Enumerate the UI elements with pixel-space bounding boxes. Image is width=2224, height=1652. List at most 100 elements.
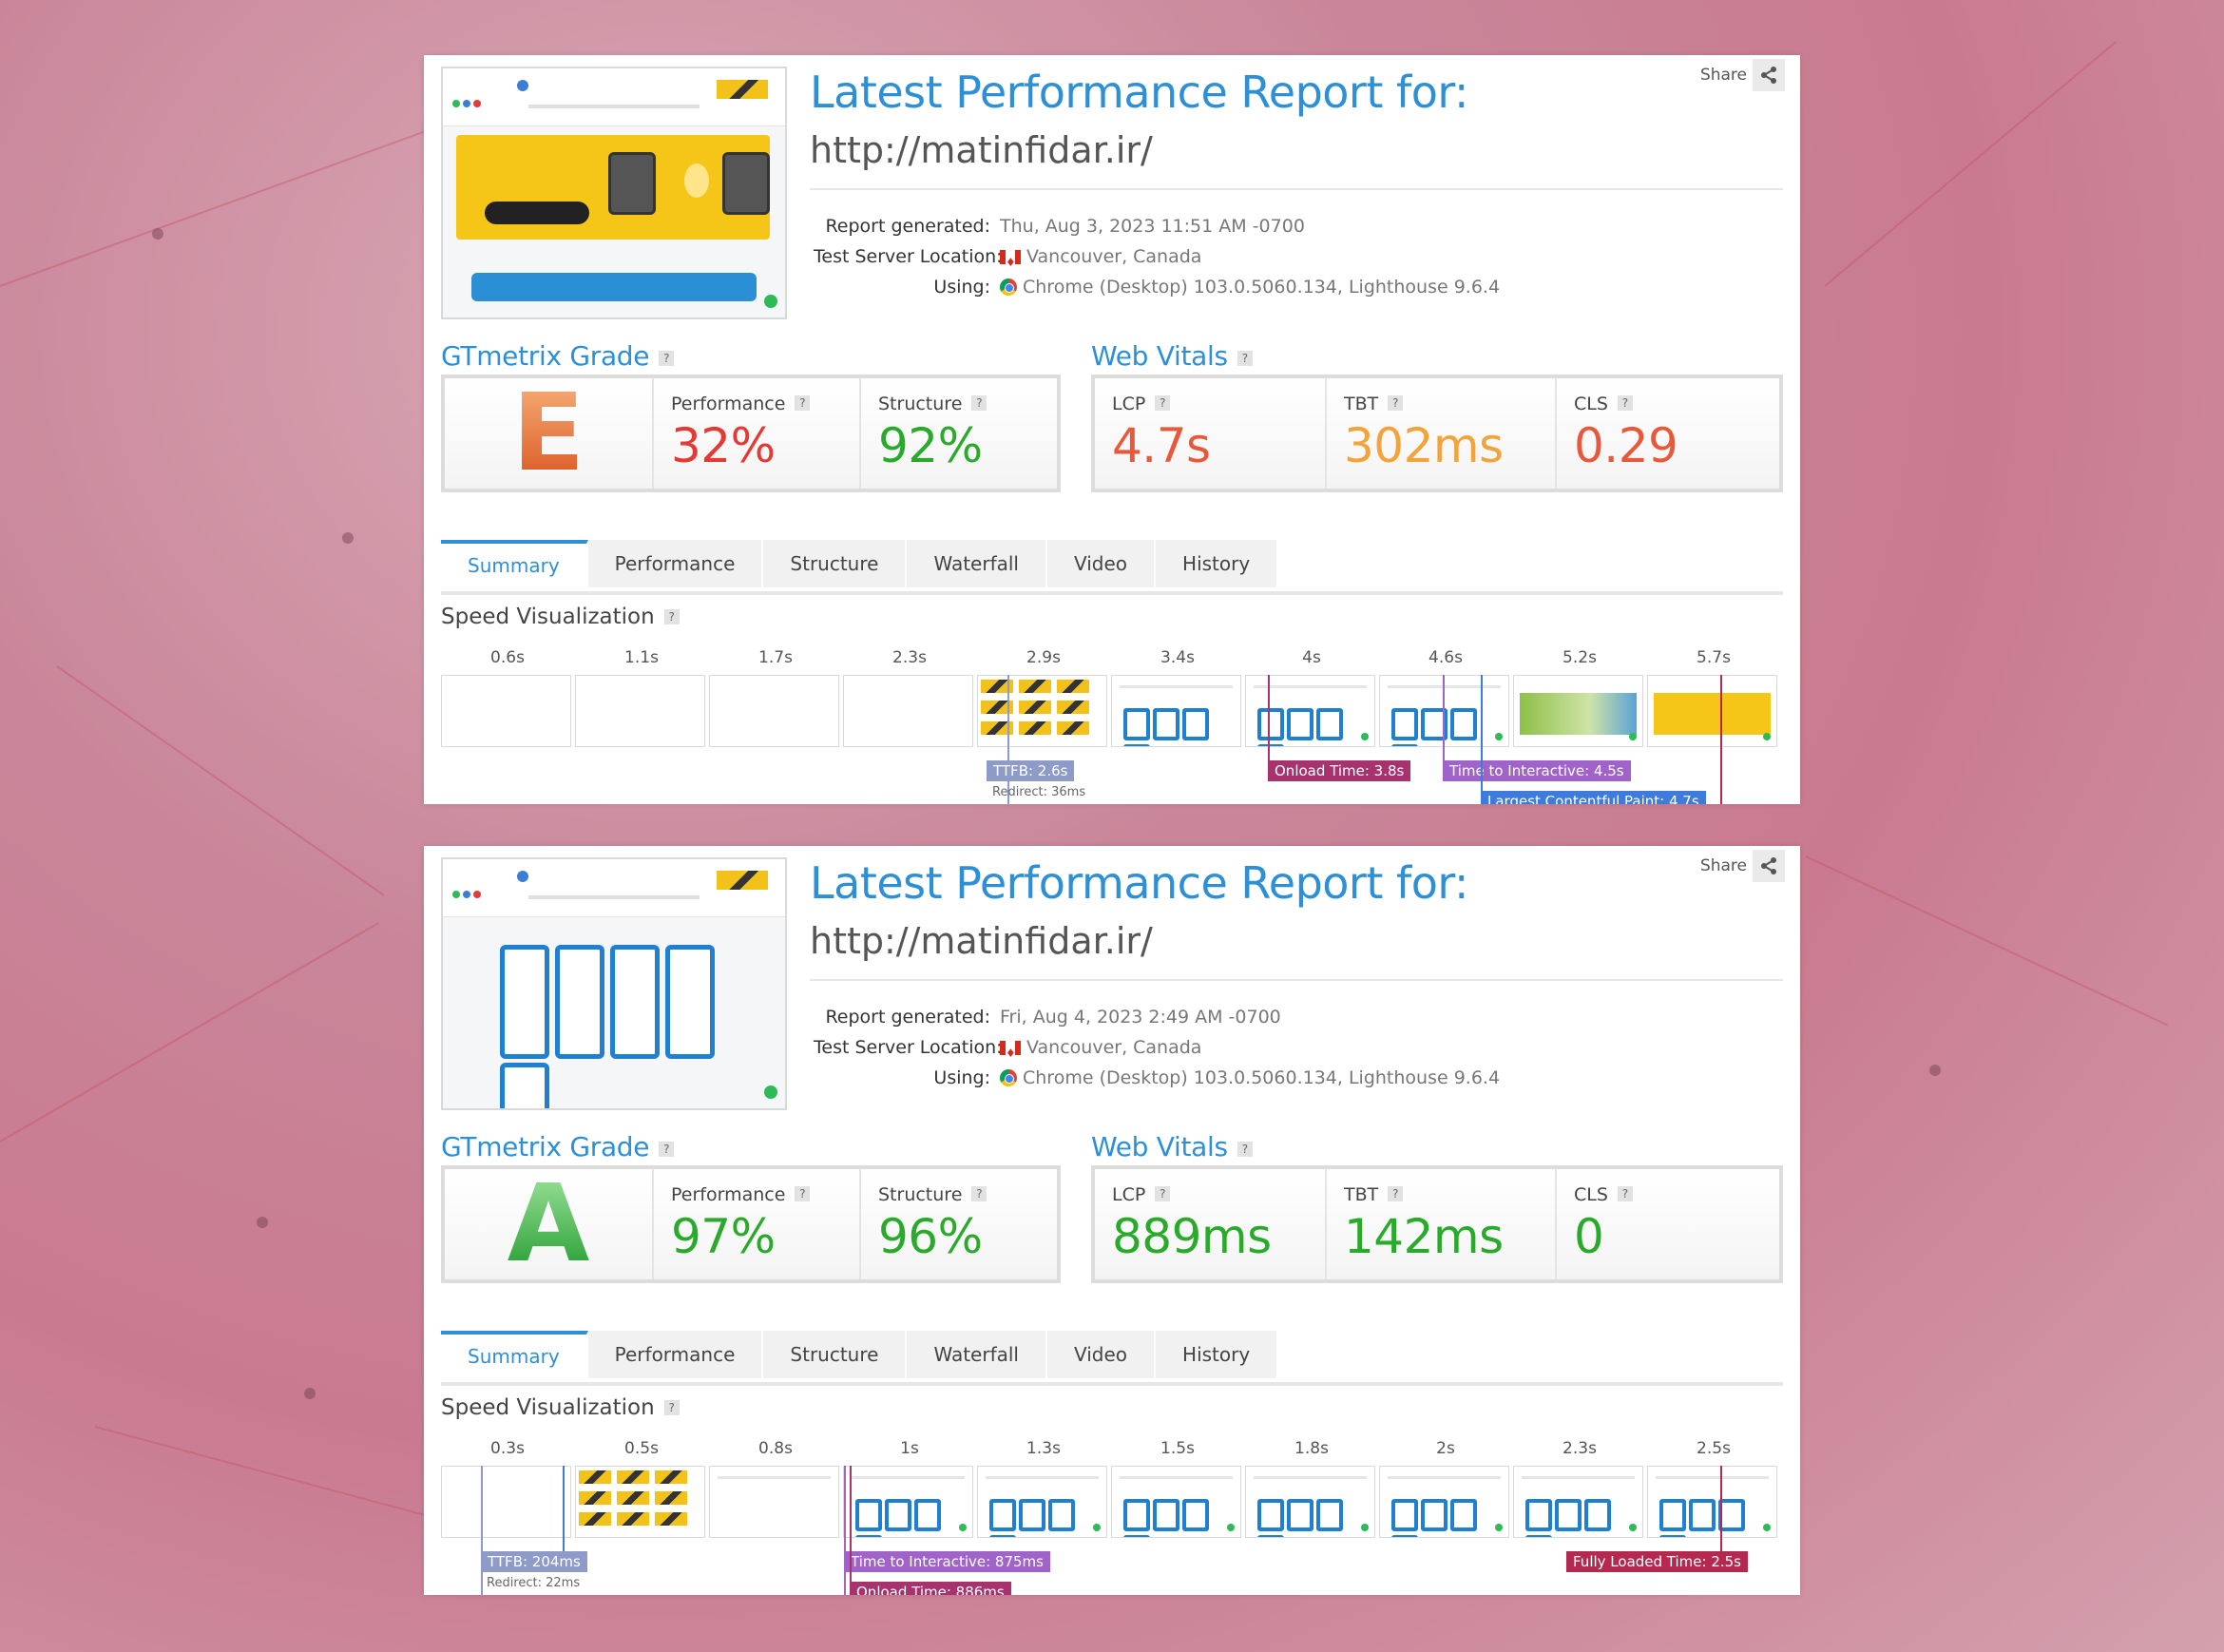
background-line — [94, 1426, 426, 1517]
film-frame[interactable] — [843, 1466, 973, 1538]
film-frame[interactable] — [1245, 675, 1375, 747]
help-icon[interactable]: ? — [971, 395, 987, 411]
tab-waterfall[interactable]: Waterfall — [907, 1331, 1047, 1378]
film-frame[interactable] — [441, 1466, 571, 1538]
performance-value: 97% — [671, 1209, 776, 1264]
structure-value: 92% — [878, 418, 983, 473]
report-url[interactable]: http://matinfidar.ir/ — [810, 129, 1153, 171]
lcp-label: LCP — [1112, 394, 1146, 414]
share-button[interactable]: Share — [1700, 850, 1785, 882]
lcp-value: 889ms — [1112, 1209, 1272, 1264]
tab-structure[interactable]: Structure — [763, 1331, 908, 1378]
tab-structure[interactable]: Structure — [763, 540, 908, 587]
structure-label: Structure — [878, 394, 963, 414]
lcp-marker-line — [1481, 675, 1483, 804]
tti-marker: Time to Interactive: 4.5s — [1443, 760, 1631, 781]
tab-video[interactable]: Video — [1046, 1331, 1157, 1378]
report-panel-after: Latest Performance Report for: http://ma… — [424, 846, 1800, 1595]
ttfb-marker: TTFB: 2.6s — [987, 760, 1075, 781]
gtmetrix-grade-title: GTmetrix Grade? — [441, 1131, 675, 1162]
tick-label: 3.4s — [1160, 648, 1195, 667]
fully-loaded-marker-line — [1720, 675, 1722, 804]
film-frame[interactable] — [1513, 675, 1643, 747]
help-icon[interactable]: ? — [1388, 1186, 1404, 1201]
grade-box: E Performance? 32% Structure? 92% — [441, 375, 1061, 492]
help-icon[interactable]: ? — [795, 1186, 811, 1201]
film-frame[interactable] — [575, 675, 705, 747]
tab-waterfall[interactable]: Waterfall — [907, 540, 1047, 587]
report-url[interactable]: http://matinfidar.ir/ — [810, 920, 1153, 962]
film-frame[interactable] — [977, 675, 1107, 747]
film-frame[interactable] — [1647, 1466, 1777, 1538]
lcp-value: 4.7s — [1112, 418, 1211, 473]
help-icon[interactable]: ? — [971, 1186, 987, 1201]
help-icon[interactable]: ? — [1617, 395, 1633, 411]
help-icon[interactable]: ? — [1155, 1186, 1171, 1201]
location-label: Test Server Location: — [814, 246, 1003, 267]
report-tabs: Summary Performance Structure Waterfall … — [441, 1331, 1783, 1386]
help-icon[interactable]: ? — [659, 1142, 675, 1157]
tti-marker-line — [1443, 675, 1445, 760]
help-icon[interactable]: ? — [663, 609, 680, 624]
film-frame[interactable] — [709, 1466, 839, 1538]
timeline-ticks: 0.3s 0.5s 0.8s 1s 1.3s 1.5s 1.8s 2s 2.3s… — [441, 1439, 1783, 1462]
web-vitals-title: Web Vitals? — [1091, 1131, 1253, 1162]
tab-performance[interactable]: Performance — [587, 1331, 764, 1378]
help-icon[interactable]: ? — [1617, 1186, 1633, 1201]
background-line — [1824, 41, 2118, 287]
grade-letter: E — [445, 378, 652, 489]
film-frame[interactable] — [709, 675, 839, 747]
film-frame[interactable] — [1111, 1466, 1241, 1538]
tick-label: 1.7s — [758, 648, 793, 667]
tick-label: 1.5s — [1160, 1439, 1195, 1458]
ttfb-marker: TTFB: 204ms — [481, 1551, 587, 1572]
tab-history[interactable]: History — [1156, 1331, 1279, 1378]
help-icon[interactable]: ? — [1388, 395, 1404, 411]
tbt-label: TBT — [1344, 394, 1379, 414]
tick-label: 2.3s — [1563, 1439, 1597, 1458]
location-label: Test Server Location: — [814, 1037, 1003, 1058]
cls-value: 0 — [1574, 1209, 1604, 1264]
background-node — [342, 532, 354, 544]
share-icon — [1753, 59, 1785, 91]
tab-video[interactable]: Video — [1046, 540, 1157, 587]
film-frame[interactable] — [1245, 1466, 1375, 1538]
tick-label: 4.6s — [1428, 648, 1463, 667]
tick-label: 0.8s — [758, 1439, 793, 1458]
help-icon[interactable]: ? — [795, 395, 811, 411]
cls-metric: CLS? 0.29 — [1555, 378, 1779, 489]
film-frame[interactable] — [843, 675, 973, 747]
filmstrip — [441, 1466, 1783, 1540]
film-frame[interactable] — [575, 1466, 705, 1538]
film-frame[interactable] — [1379, 1466, 1509, 1538]
share-button[interactable]: Share — [1700, 59, 1785, 91]
tab-performance[interactable]: Performance — [587, 540, 764, 587]
help-icon[interactable]: ? — [663, 1400, 680, 1415]
onload-marker-line — [1268, 675, 1270, 760]
tab-history[interactable]: History — [1156, 540, 1279, 587]
tab-summary[interactable]: Summary — [441, 1331, 588, 1382]
film-frame[interactable] — [1111, 675, 1241, 747]
site-screenshot — [441, 857, 787, 1110]
help-icon[interactable]: ? — [1237, 1142, 1253, 1157]
help-icon[interactable]: ? — [1237, 351, 1253, 366]
help-icon[interactable]: ? — [659, 351, 675, 366]
cls-value: 0.29 — [1574, 418, 1678, 473]
film-frame[interactable] — [1513, 1466, 1643, 1538]
fully-loaded-marker-line — [1720, 1466, 1722, 1551]
help-icon[interactable]: ? — [1155, 395, 1171, 411]
film-frame[interactable] — [1647, 675, 1777, 747]
tick-label: 4s — [1302, 648, 1321, 667]
structure-metric: Structure? 96% — [859, 1169, 1057, 1279]
redirect-label: Redirect: 36ms — [992, 785, 1086, 799]
tab-summary[interactable]: Summary — [441, 540, 588, 591]
performance-label: Performance — [671, 394, 786, 414]
film-frame[interactable] — [977, 1466, 1107, 1538]
divider — [810, 979, 1783, 981]
generated-value: Thu, Aug 3, 2023 11:51 AM -0700 — [1000, 216, 1305, 237]
web-vitals-title: Web Vitals? — [1091, 340, 1253, 372]
cls-metric: CLS? 0 — [1555, 1169, 1779, 1279]
film-frame[interactable] — [441, 675, 571, 747]
tick-label: 1.3s — [1026, 1439, 1061, 1458]
tick-label: 2s — [1436, 1439, 1455, 1458]
